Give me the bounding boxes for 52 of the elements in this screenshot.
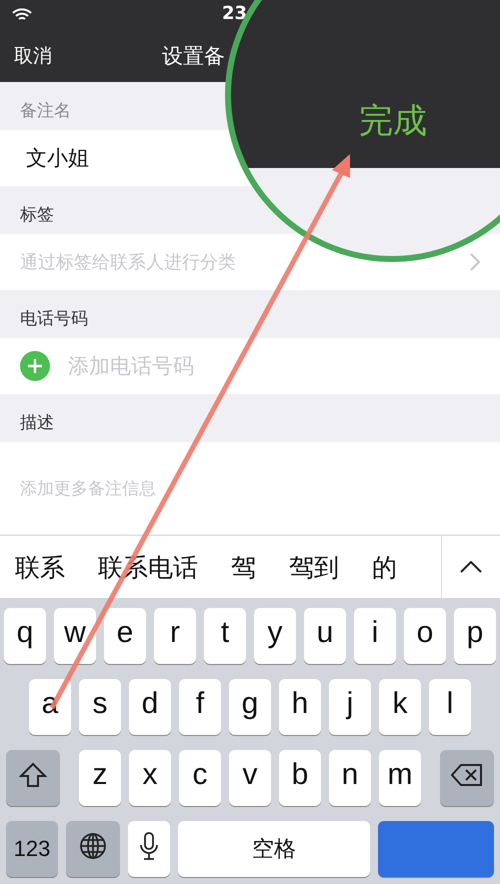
letter-key[interactable]: n — [329, 750, 371, 806]
candidate-word[interactable]: 联系 — [15, 550, 65, 584]
cancel-button[interactable]: 取消 — [14, 43, 52, 69]
letter-key[interactable]: b — [279, 750, 321, 806]
status-time: 23 — [222, 3, 248, 24]
letter-key[interactable]: f — [179, 679, 221, 735]
candidate-word[interactable]: 的 — [372, 550, 397, 584]
letter-key[interactable]: y — [254, 608, 296, 664]
section-label: 描述 — [20, 412, 54, 434]
letter-key[interactable]: l — [429, 679, 471, 735]
letter-key[interactable]: c — [179, 750, 221, 806]
globe-key[interactable] — [66, 821, 120, 877]
globe-icon — [79, 832, 107, 860]
page-title: 设置备 — [162, 43, 225, 70]
chevron-icon — [470, 253, 480, 271]
letter-key[interactable]: d — [129, 679, 171, 735]
microphone-key[interactable] — [128, 821, 170, 877]
letter-key[interactable]: a — [29, 679, 71, 735]
done-label: 完成 — [359, 100, 427, 143]
letter-key[interactable]: r — [154, 608, 196, 664]
letter-key[interactable]: x — [129, 750, 171, 806]
letter-key[interactable]: g — [229, 679, 271, 735]
microphone-icon — [140, 832, 158, 860]
candidate-word[interactable]: 驾到 — [289, 550, 339, 584]
shift-key[interactable] — [6, 750, 60, 806]
remark-name-value[interactable]: 文小姐 — [20, 144, 89, 172]
shift-icon — [19, 762, 47, 788]
numbers-key[interactable]: 123 — [6, 821, 58, 877]
candidate-word[interactable]: 驾 — [231, 550, 256, 584]
letter-key[interactable]: u — [304, 608, 346, 664]
letter-key[interactable]: w — [54, 608, 96, 664]
wifi-icon — [12, 8, 32, 22]
letter-key[interactable]: e — [104, 608, 146, 664]
letter-key[interactable]: s — [79, 679, 121, 735]
letter-key[interactable]: i — [354, 608, 396, 664]
letter-key[interactable]: o — [404, 608, 446, 664]
section-label: 备注名 — [20, 100, 71, 122]
letter-key[interactable]: j — [329, 679, 371, 735]
caret-icon — [460, 561, 482, 573]
delete-icon — [451, 763, 483, 787]
letter-key[interactable]: t — [204, 608, 246, 664]
letter-key[interactable]: v — [229, 750, 271, 806]
letter-key[interactable]: k — [379, 679, 421, 735]
letter-key[interactable]: q — [4, 608, 46, 664]
delete-key[interactable] — [440, 750, 494, 806]
letter-key[interactable]: z — [79, 750, 121, 806]
space-key[interactable]: 空格 — [178, 821, 370, 877]
section-label: 标签 — [20, 204, 54, 226]
section-label: 电话号码 — [20, 308, 88, 330]
letter-key[interactable]: m — [379, 750, 421, 806]
letter-key[interactable]: p — [454, 608, 496, 664]
letter-key[interactable]: h — [279, 679, 321, 735]
